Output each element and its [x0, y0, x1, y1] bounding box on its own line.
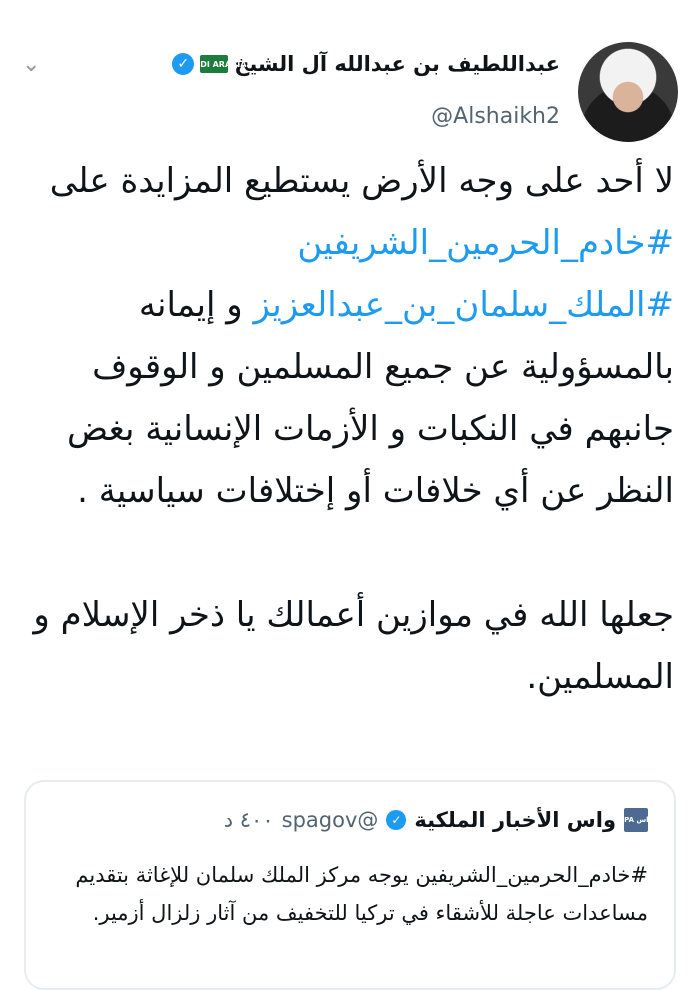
quoted-author-name[interactable]: واس الأخبار الملكية — [414, 808, 616, 832]
quoted-tweet-card[interactable]: واس SPA واس الأخبار الملكية ✓ @spagov ٤٠… — [24, 780, 676, 990]
spa-logo-icon: واس SPA — [619, 808, 653, 832]
tweet-header: عبداللطيف بن عبدالله آل الشيخ SAUDI ARAB… — [0, 20, 700, 142]
quoted-tweet-text: #خادم_الحرمين_الشريفين يوجه مركز الملك س… — [75, 863, 648, 925]
quoted-timestamp: ٤٠٠ د — [223, 808, 274, 832]
quoted-tweet-header: واس SPA واس الأخبار الملكية ✓ @spagov ٤٠… — [223, 808, 653, 832]
tweet-text: لا أحد على وجه الأرض يستطيع المزايدة على… — [24, 150, 674, 708]
author-name[interactable]: عبداللطيف بن عبدالله آل الشيخ — [234, 52, 560, 76]
hashtag-khadem[interactable]: #خادم_الحرمين_الشريفين — [297, 223, 674, 263]
author-name-row[interactable]: عبداللطيف بن عبدالله آل الشيخ SAUDI ARAB… — [172, 52, 560, 76]
saudi-flag-icon: SAUDI ARABIA — [182, 55, 246, 73]
tweet-line-6: جعلها الله في موازين أعمالك يا ذخر الإسل… — [33, 595, 674, 697]
verified-badge-icon: ✓ — [386, 810, 407, 830]
verified-badge-icon: ✓ — [172, 53, 195, 75]
quoted-author-handle[interactable]: @spagov — [282, 808, 379, 832]
avatar[interactable] — [578, 42, 678, 142]
hashtag-king[interactable]: #الملك_سلمان_بن_عبدالعزيز — [253, 285, 674, 325]
tweet-line-1: لا أحد على وجه الأرض يستطيع المزايدة — [120, 161, 674, 201]
tweet-line-2: على — [49, 161, 110, 201]
author-handle[interactable]: @Alshaikh2 — [431, 104, 560, 129]
chevron-down-icon[interactable]: ⌄ — [22, 52, 40, 77]
